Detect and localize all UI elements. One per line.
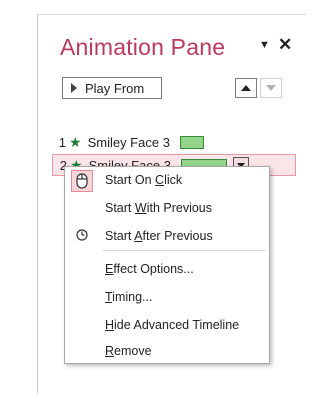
animation-name: Smiley Face 3 [87,134,170,150]
move-down-button[interactable] [260,78,282,98]
star-icon: ★ [69,133,82,150]
animation-item-1[interactable]: 1 ★ Smiley Face 3 [52,131,252,153]
menu-item-remove[interactable]: Remove [105,344,152,358]
move-up-button[interactable] [235,78,257,98]
menu-item-start-after-previous[interactable]: Start After Previous [105,229,213,243]
pane-options-dropdown-icon[interactable]: ▼ [259,39,270,51]
play-from-label: Play From [85,80,145,96]
menu-separator [103,250,265,251]
pane-title: Animation Pane [60,34,226,60]
animation-number: 1 [58,134,66,150]
menu-item-timing[interactable]: Timing... [105,290,152,304]
clock-icon [71,224,93,246]
animation-context-menu: Start On Click Start With Previous Start… [64,166,270,364]
menu-item-effect-options[interactable]: Effect Options... [105,262,194,276]
timeline-bar[interactable] [179,135,204,149]
menu-item-start-on-click[interactable]: Start On Click [105,173,182,187]
arrow-down-icon [266,85,276,91]
mouse-icon [71,170,93,192]
play-icon [71,83,77,93]
menu-item-start-with-previous[interactable]: Start With Previous [105,201,212,215]
arrow-up-icon [241,85,251,91]
menu-item-hide-advanced-timeline[interactable]: Hide Advanced Timeline [105,318,239,332]
play-from-button[interactable]: Play From [62,77,162,99]
close-icon[interactable]: ✕ [278,35,292,55]
